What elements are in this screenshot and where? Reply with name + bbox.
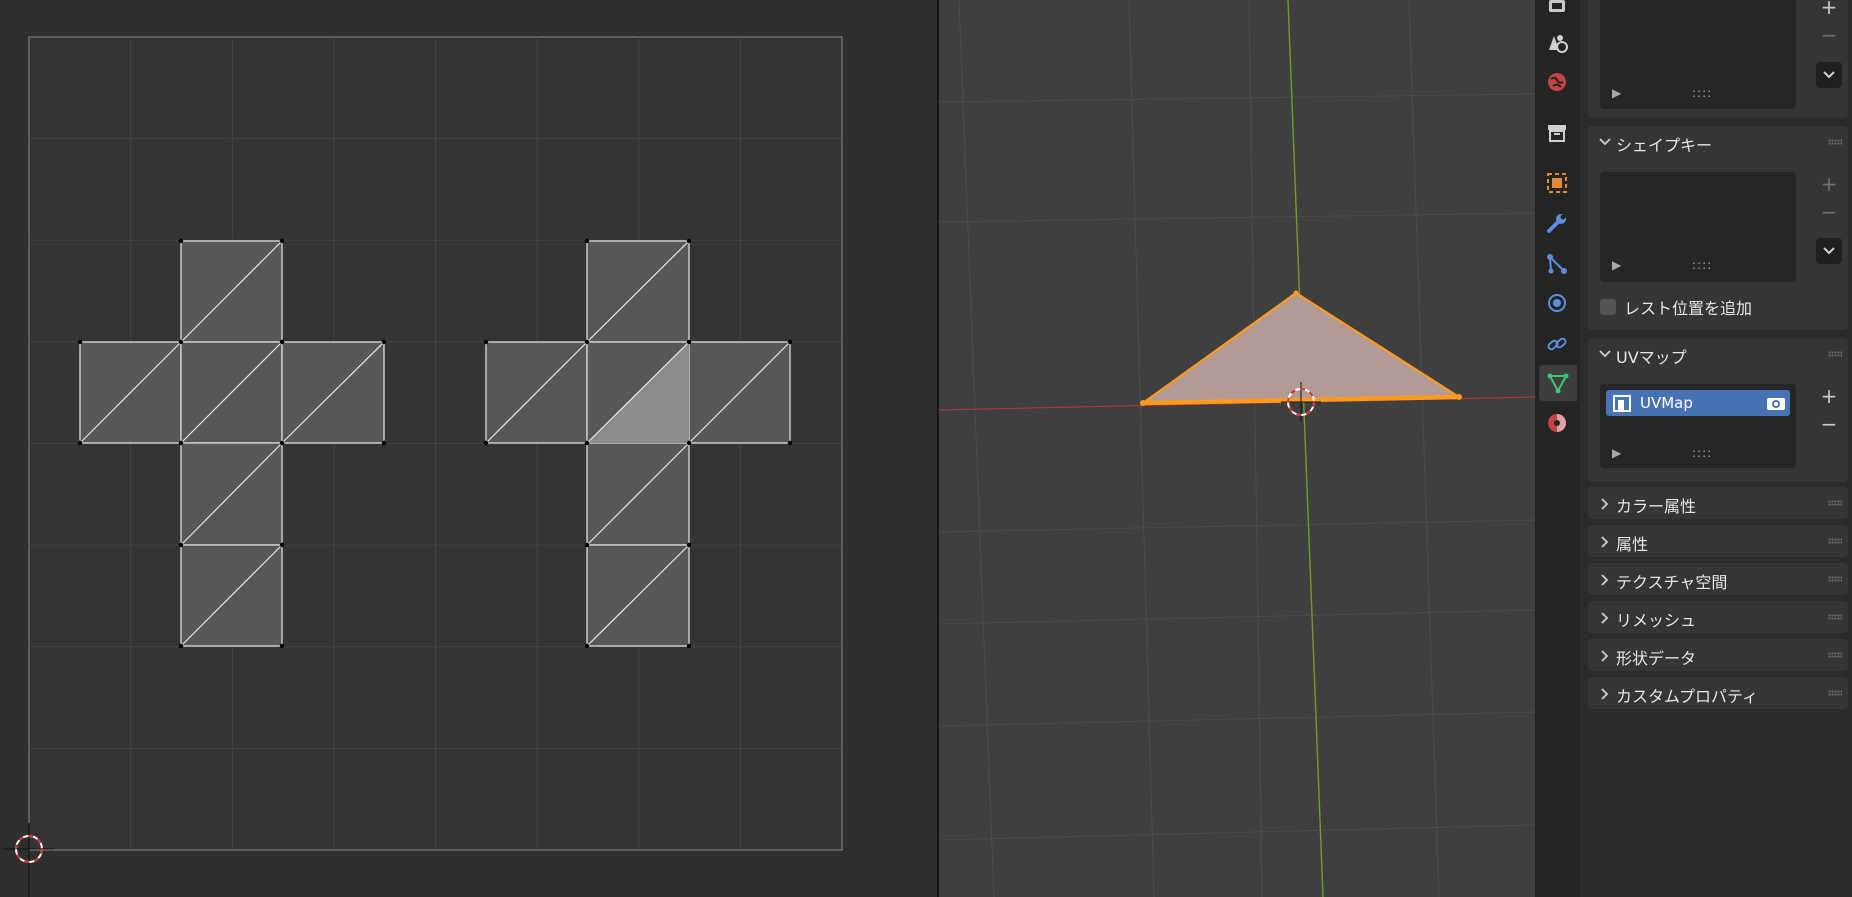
shape-keys-panel: シェイプキー ▶ :::: + − レスト位置を追加 bbox=[1588, 126, 1848, 330]
section-label: テクスチャ空間 bbox=[1616, 573, 1728, 592]
section-color-attributes[interactable]: カラー属性 bbox=[1588, 487, 1848, 519]
drag-grip-icon[interactable] bbox=[1828, 351, 1842, 357]
drag-grip-icon[interactable] bbox=[1828, 652, 1842, 658]
shape-keys-title: シェイプキー bbox=[1616, 136, 1713, 155]
chevron-right-icon bbox=[1601, 688, 1609, 700]
properties-tabs bbox=[1535, 0, 1580, 897]
remove-shape-key-button[interactable]: − bbox=[1816, 200, 1842, 226]
list-expand-toggle[interactable]: ▶ bbox=[1612, 86, 1621, 100]
relative-shape-keys-row[interactable]: レスト位置を追加 bbox=[1600, 296, 1752, 318]
uv-map-icon bbox=[1613, 395, 1631, 412]
drag-grip-icon[interactable] bbox=[1828, 614, 1842, 620]
uv-maps-header[interactable]: UVマップ bbox=[1588, 338, 1848, 370]
shape-keys-header[interactable]: シェイプキー bbox=[1588, 126, 1848, 158]
section-texture-space[interactable]: テクスチャ空間 bbox=[1588, 563, 1848, 595]
vertex-groups-panel: ▶ :::: + − bbox=[1588, 0, 1848, 118]
modifier-wrench-icon[interactable] bbox=[1544, 210, 1570, 236]
uv-editor[interactable] bbox=[0, 0, 937, 897]
relative-label: レスト位置を追加 bbox=[1624, 299, 1753, 318]
drag-grip-icon[interactable] bbox=[1828, 139, 1842, 145]
add-vertex-group-button[interactable]: + bbox=[1816, 0, 1842, 21]
uv-maps-list[interactable]: UVMap ▶ :::: bbox=[1600, 384, 1796, 468]
section-label: リメッシュ bbox=[1616, 611, 1697, 630]
chevron-down-icon bbox=[1599, 350, 1611, 358]
chevron-right-icon bbox=[1601, 498, 1609, 510]
section-label: 属性 bbox=[1616, 535, 1649, 554]
properties-panel[interactable]: ▶ :::: + − シェイプキー ▶ :::: + − レスト位置を追加 UV… bbox=[1580, 0, 1852, 897]
section-label: 形状データ bbox=[1616, 649, 1697, 668]
collection-icon[interactable] bbox=[1544, 120, 1570, 146]
object-icon[interactable] bbox=[1544, 170, 1570, 196]
remove-uv-map-button[interactable]: − bbox=[1816, 412, 1842, 438]
chevron-down-icon bbox=[1599, 138, 1611, 146]
chevron-right-icon bbox=[1601, 536, 1609, 548]
relative-checkbox[interactable] bbox=[1600, 299, 1616, 315]
drag-grip-icon[interactable] bbox=[1828, 500, 1842, 506]
scene-icon[interactable] bbox=[1544, 29, 1570, 55]
chevron-right-icon bbox=[1601, 612, 1609, 624]
uv-map-item[interactable]: UVMap bbox=[1606, 390, 1790, 416]
list-expand-toggle[interactable]: ▶ bbox=[1612, 258, 1621, 272]
uv-map-name: UVMap bbox=[1640, 394, 1693, 412]
uv-canvas[interactable] bbox=[0, 0, 937, 897]
output-icon[interactable] bbox=[1544, 0, 1570, 18]
world-icon[interactable] bbox=[1544, 69, 1570, 95]
drag-grip-icon[interactable] bbox=[1828, 576, 1842, 582]
chevron-down-icon bbox=[1823, 71, 1835, 79]
chevron-right-icon bbox=[1601, 650, 1609, 662]
uv-maps-panel: UVマップ UVMap ▶ :::: + − bbox=[1588, 338, 1848, 482]
shape-keys-list[interactable]: ▶ :::: bbox=[1600, 172, 1796, 282]
mesh-data-icon[interactable] bbox=[1539, 365, 1577, 401]
material-icon[interactable] bbox=[1544, 410, 1570, 436]
section-label: カラー属性 bbox=[1616, 497, 1697, 516]
drag-grip-icon[interactable] bbox=[1828, 538, 1842, 544]
list-expand-toggle[interactable]: ▶ bbox=[1612, 446, 1621, 460]
list-resize-grip[interactable]: :::: bbox=[1692, 258, 1712, 272]
section-geometry-data[interactable]: 形状データ bbox=[1588, 639, 1848, 671]
remove-vertex-group-button[interactable]: − bbox=[1816, 23, 1842, 49]
drag-grip-icon[interactable] bbox=[1828, 690, 1842, 696]
section-custom-properties[interactable]: カスタムプロパティ bbox=[1588, 677, 1848, 709]
camera-render-icon[interactable] bbox=[1766, 395, 1786, 411]
add-shape-key-button[interactable]: + bbox=[1816, 172, 1842, 198]
section-label: カスタムプロパティ bbox=[1616, 687, 1759, 706]
vertex-groups-list[interactable]: ▶ :::: bbox=[1600, 0, 1796, 109]
list-resize-grip[interactable]: :::: bbox=[1692, 86, 1712, 100]
section-attributes[interactable]: 属性 bbox=[1588, 525, 1848, 557]
section-remesh[interactable]: リメッシュ bbox=[1588, 601, 1848, 633]
add-uv-map-button[interactable]: + bbox=[1816, 384, 1842, 410]
list-resize-grip[interactable]: :::: bbox=[1692, 446, 1712, 460]
constraints-icon[interactable] bbox=[1544, 331, 1570, 357]
physics-icon[interactable] bbox=[1544, 290, 1570, 316]
3d-viewport[interactable] bbox=[939, 0, 1535, 897]
vertex-groups-specials-button[interactable] bbox=[1816, 62, 1842, 88]
viewport-canvas[interactable] bbox=[939, 0, 1535, 897]
shape-keys-specials-button[interactable] bbox=[1816, 238, 1842, 264]
uv-maps-title: UVマップ bbox=[1616, 348, 1687, 367]
particles-icon[interactable] bbox=[1544, 251, 1570, 277]
chevron-down-icon bbox=[1823, 247, 1835, 255]
chevron-right-icon bbox=[1601, 574, 1609, 586]
